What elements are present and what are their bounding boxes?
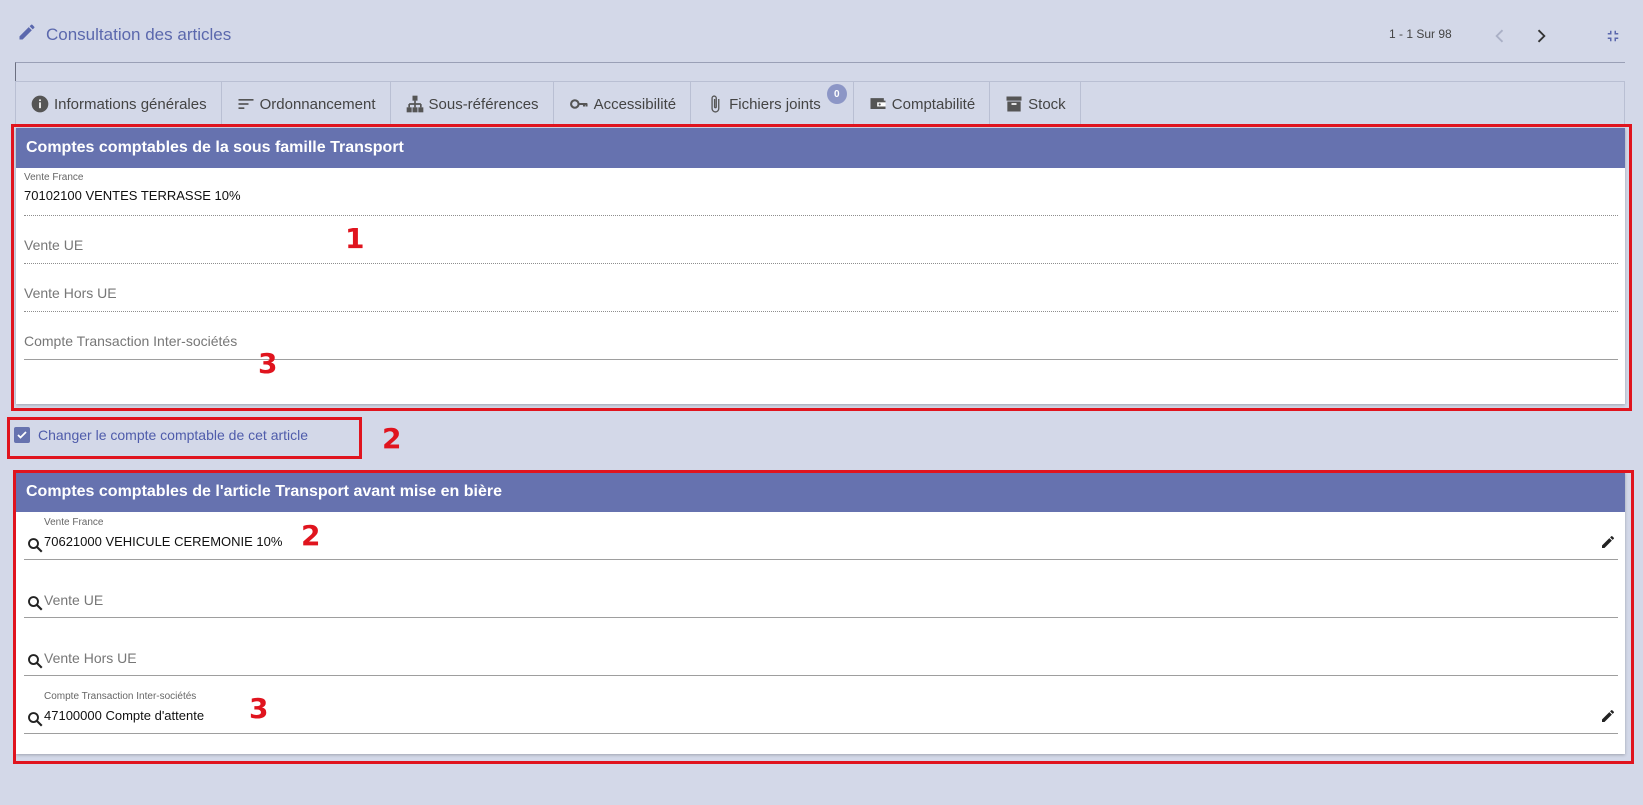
key-icon (569, 99, 588, 109)
input-vente-ue[interactable]: Vente UE (24, 570, 1618, 618)
callout-number: 3 (258, 347, 278, 380)
page-title: Consultation des articles (46, 24, 232, 44)
field-label: Vente France (24, 172, 84, 183)
checkbox-label: Changer le compte comptable de cet artic… (38, 427, 309, 443)
pager-text: 1 - 1 Sur 98 (1389, 27, 1452, 41)
field-label: Vente UE (24, 237, 84, 253)
subfamily-accounts-title: Comptes comptables de la sous famille Tr… (16, 128, 1625, 168)
article-accounts-title: Comptes comptables de l'article Transpor… (16, 472, 1625, 512)
attachments-count-badge: 0 (826, 84, 847, 104)
field-vente-france: Vente France 70102100 VENTES TERRASSE 10… (24, 168, 1618, 216)
field-label: Vente Hors UE (24, 285, 117, 301)
paperclip-icon (711, 95, 720, 113)
tab-label: Accessibilité (593, 95, 677, 113)
change-account-checkbox[interactable]: Changer le compte comptable de cet artic… (14, 427, 308, 443)
tab-accessibility[interactable]: Accessibilité (554, 82, 692, 126)
archive-icon (1006, 96, 1022, 112)
callout-number: 1 (345, 222, 365, 255)
hierarchy-icon (406, 95, 423, 113)
tab-stock[interactable]: Stock (990, 82, 1081, 126)
search-icon (28, 596, 43, 611)
previous-page-button[interactable] (1488, 24, 1512, 48)
input-vente-hors-ue[interactable]: Vente Hors UE (24, 628, 1618, 676)
toolbar-divider (15, 62, 1625, 81)
input-vente-france[interactable]: Vente France 70621000 VEHICULE CEREMONIE… (24, 512, 1618, 560)
field-label: Compte Transaction Inter-sociétés (24, 333, 238, 349)
checkbox-checked-icon[interactable] (14, 427, 30, 443)
wallet-icon (870, 98, 886, 109)
page-title-area: Consultation des articles (17, 22, 231, 47)
tab-label: Fichiers joints (729, 95, 821, 113)
chevron-left-icon (1495, 29, 1504, 43)
field-label: Vente Hors UE (44, 650, 137, 666)
callout-number: 3 (249, 692, 269, 725)
tab-label: Stock (1028, 95, 1066, 113)
tab-scheduling[interactable]: Ordonnancement (222, 82, 391, 126)
sort-icon (238, 99, 254, 109)
field-value: 47100000 Compte d'attente (44, 708, 205, 723)
chevron-right-icon (1537, 29, 1546, 43)
edit-icon (1602, 535, 1615, 548)
search-icon (28, 538, 43, 553)
tab-bar: Informations générales Ordonnancement So… (15, 81, 1625, 126)
search-icon (28, 712, 43, 727)
field-label: Vente UE (44, 592, 104, 608)
callout-number: 2 (301, 519, 321, 552)
next-page-button[interactable] (1529, 24, 1553, 48)
collapse-icon (1607, 30, 1619, 42)
field-label: Vente France (44, 517, 104, 528)
callout-number: 2 (382, 422, 402, 455)
tab-label: Sous-références (428, 95, 539, 113)
tab-sub-references[interactable]: Sous-références (391, 82, 554, 126)
field-label: Compte Transaction Inter-sociétés (44, 691, 197, 702)
edit-icon (1602, 709, 1615, 722)
pencil-icon (17, 22, 37, 47)
tab-attached-files[interactable]: Fichiers joints 0 (691, 82, 854, 126)
tab-general-info[interactable]: Informations générales (16, 82, 222, 126)
tab-label: Informations générales (54, 95, 207, 113)
field-vente-ue: Vente UE (24, 216, 1618, 264)
field-vente-hors-ue: Vente Hors UE (24, 264, 1618, 312)
field-value: 70621000 VEHICULE CEREMONIE 10% (44, 534, 283, 549)
collapse-button[interactable] (1601, 24, 1625, 48)
tab-accounting[interactable]: Comptabilité (854, 82, 991, 126)
search-icon (28, 654, 43, 669)
info-icon (31, 95, 49, 113)
page-header: Consultation des articles 1 - 1 Sur 98 (0, 0, 1643, 68)
tab-label: Comptabilité (891, 95, 976, 113)
tab-label: Ordonnancement (259, 95, 376, 113)
field-value: 70102100 VENTES TERRASSE 10% (24, 188, 241, 203)
